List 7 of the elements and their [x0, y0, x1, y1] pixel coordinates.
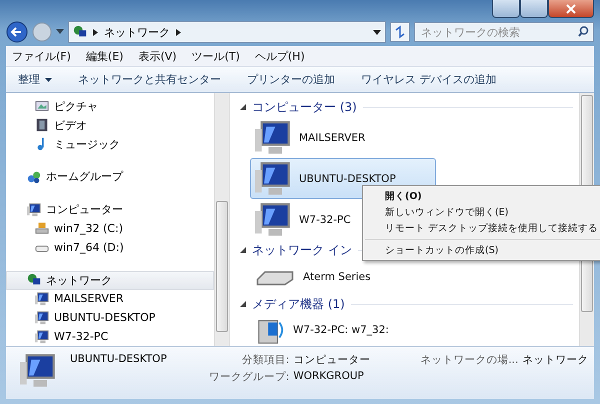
field-label: ネットワークの場...	[420, 353, 518, 367]
field-value: ネットワーク	[522, 353, 588, 367]
device-name: UBUNTU-DESKTOP	[70, 353, 167, 365]
field-label: ワークグループ:	[208, 370, 290, 384]
field-value: WORKGROUP	[293, 370, 365, 384]
field-label: 分類項目:	[240, 353, 290, 367]
field-value: コンピューター	[293, 353, 370, 367]
